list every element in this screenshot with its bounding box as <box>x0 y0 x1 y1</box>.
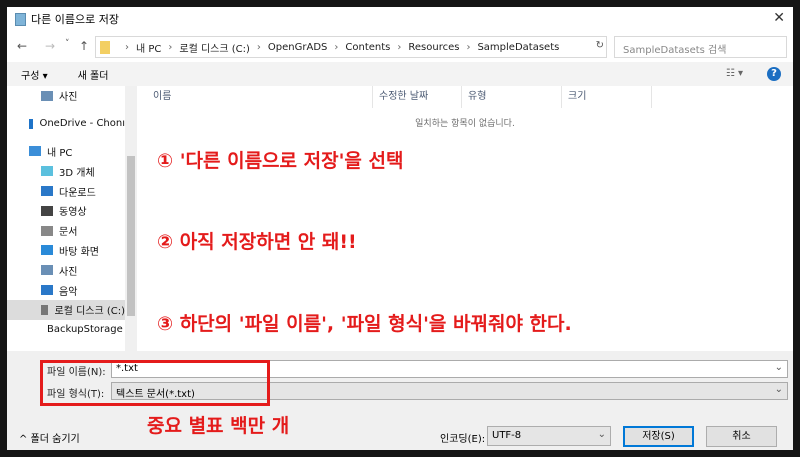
sidebar-item-label: 다운로드 <box>59 187 96 199</box>
navigation-bar: ← → ˅ ↑ › 내 PC › 로컬 디스크 (C:) › OpenGrADS › C… <box>7 34 793 60</box>
sidebar-item-label: 사진 <box>59 92 78 104</box>
column-headers: 이름 수정한 날짜 유형 크기 <box>137 86 793 108</box>
sidebar-item[interactable]: 동영상 <box>7 201 125 221</box>
sidebar-item[interactable]: 로컬 디스크 (C:) <box>7 299 125 320</box>
folder-icon <box>100 40 110 54</box>
view-options-icon[interactable]: ☷ ▾ <box>726 68 743 79</box>
sidebar-item[interactable]: 사진 <box>7 260 125 280</box>
empty-message: 일치하는 항목이 없습니다. <box>415 119 515 129</box>
folder-icon <box>41 245 53 256</box>
sidebar-item[interactable]: OneDrive - Chonı <box>7 114 125 134</box>
column-size[interactable]: 크기 <box>562 86 652 108</box>
column-name[interactable]: 이름 <box>147 86 372 108</box>
sidebar-item-label: 3D 개체 <box>59 167 95 179</box>
sidebar-item[interactable]: 바탕 화면 <box>7 241 125 261</box>
sidebar-item-label: 내 PC <box>47 147 73 159</box>
encoding-label: 인코딩(E): <box>440 434 486 445</box>
sidebar-item-label: 바탕 화면 <box>59 246 99 258</box>
breadcrumb-item[interactable]: 내 PC <box>136 40 161 55</box>
breadcrumb-item[interactable]: Resources <box>408 42 459 53</box>
sidebar-item[interactable]: 문서 <box>7 221 125 241</box>
cancel-button[interactable]: 취소 <box>706 426 777 447</box>
recent-chevron-icon[interactable]: ˅ <box>65 39 70 49</box>
folder-icon <box>41 304 49 315</box>
sidebar-item[interactable]: 3D 개체 <box>7 161 125 181</box>
sidebar-item-label: 음악 <box>59 286 78 298</box>
folder-icon <box>29 146 41 157</box>
breadcrumb-item[interactable]: SampleDatasets <box>477 42 559 53</box>
folder-icon <box>41 265 53 276</box>
search-input[interactable]: SampleDatasets 검색 <box>614 36 787 58</box>
toolbar: 구성 ▾ 새 폴더 ☷ ▾ ? <box>7 62 793 86</box>
save-button[interactable]: 저장(S) <box>623 426 694 447</box>
sidebar-item[interactable]: 사진 <box>7 86 125 106</box>
folder-icon <box>41 90 53 101</box>
sidebar-item[interactable]: 음악 <box>7 280 125 300</box>
encoding-value: UTF-8 <box>492 430 522 441</box>
close-icon[interactable]: ✕ <box>773 10 785 26</box>
column-date[interactable]: 수정한 날짜 <box>372 86 462 108</box>
breadcrumb-item[interactable]: Contents <box>345 42 390 53</box>
chevron-down-icon: ⌄ <box>774 384 783 395</box>
address-bar[interactable]: › 내 PC › 로컬 디스크 (C:) › OpenGrADS › Contents … <box>95 36 607 58</box>
sidebar-item[interactable]: BackupStorage ( <box>7 320 125 340</box>
folder-icon <box>29 118 34 129</box>
sidebar-scrollbar[interactable] <box>125 86 137 351</box>
sidebar-item-label: BackupStorage ( <box>47 324 125 336</box>
chevron-down-icon: ⌄ <box>597 429 606 440</box>
folder-icon <box>41 205 53 216</box>
refresh-icon[interactable]: ↻ <box>596 40 604 51</box>
forward-icon[interactable]: → <box>45 39 55 53</box>
dialog-title: 다른 이름으로 저장 <box>31 13 119 26</box>
annotation-step-1: ① '다른 이름으로 저장'을 선택 <box>157 150 404 172</box>
sidebar-item-label: 사진 <box>59 266 78 278</box>
sidebar-item[interactable]: 다운로드 <box>7 181 125 201</box>
hide-folders-button[interactable]: ^ 폴더 숨기기 <box>19 430 80 445</box>
sidebar-item[interactable]: 내 PC <box>7 142 125 162</box>
folder-icon <box>41 186 53 197</box>
sidebar-item-label: OneDrive - Chonı <box>39 118 125 130</box>
notepad-icon <box>15 12 26 26</box>
annotation-step-2: ② 아직 저장하면 안 돼!! <box>157 231 357 253</box>
new-folder-button[interactable]: 새 폴더 <box>78 67 109 82</box>
sidebar-item-label: 로컬 디스크 (C:) <box>54 306 125 318</box>
highlight-box <box>40 360 270 406</box>
navigation-pane: 사진 OneDrive - Chonı 내 PC 3D 개체다운로드동영상문서바탕 화… <box>7 86 125 351</box>
annotation-important: 중요 별표 백만 개 <box>147 415 290 437</box>
chevron-down-icon[interactable]: ⌄ <box>775 362 783 373</box>
back-icon[interactable]: ← <box>17 39 27 53</box>
folder-icon <box>41 225 53 236</box>
breadcrumb-item[interactable]: 로컬 디스크 (C:) <box>179 40 250 55</box>
help-icon[interactable]: ? <box>767 67 781 81</box>
encoding-select[interactable]: UTF-8 ⌄ <box>487 426 611 446</box>
column-type[interactable]: 유형 <box>462 86 562 108</box>
title-bar: 다른 이름으로 저장 ✕ <box>7 7 793 31</box>
folder-icon <box>41 166 53 177</box>
breadcrumb-item[interactable]: OpenGrADS <box>268 42 327 53</box>
annotation-step-3: ③ 하단의 '파일 이름', '파일 형식'을 바꿔줘야 한다. <box>157 313 572 335</box>
folder-icon <box>41 285 53 296</box>
up-icon[interactable]: ↑ <box>79 39 89 53</box>
organize-button[interactable]: 구성 ▾ <box>21 67 48 82</box>
sidebar-item-label: 동영상 <box>59 207 87 219</box>
sidebar-item-label: 문서 <box>59 227 78 239</box>
